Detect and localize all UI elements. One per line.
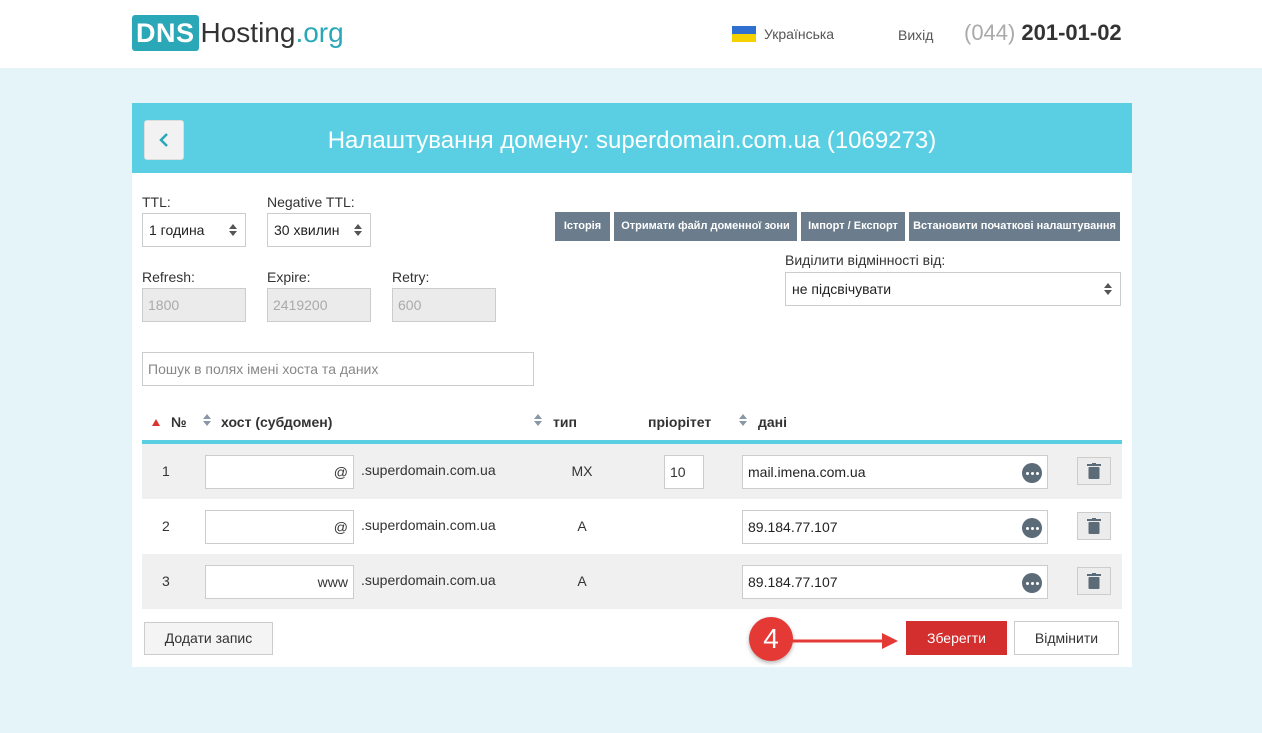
delete-record-button[interactable] <box>1077 512 1111 540</box>
cancel-button[interactable]: Відмінити <box>1014 621 1119 655</box>
column-header-priority: пріорітет <box>648 414 712 430</box>
domain-settings-panel: Налаштування домену: superdomain.com.ua … <box>132 103 1132 667</box>
phone-code: (044) <box>964 20 1016 45</box>
data-value: 89.184.77.107 <box>748 519 838 535</box>
refresh-label: Refresh: <box>142 269 195 285</box>
ttl-select[interactable]: 1 година <box>142 213 246 247</box>
trash-icon <box>1087 463 1101 479</box>
host-input[interactable]: @ <box>205 510 354 544</box>
table-row: 3 www .superdomain.com.ua A 89.184.77.10… <box>142 554 1122 609</box>
refresh-input: 1800 <box>142 288 246 322</box>
table-row: 1 @ .superdomain.com.ua MX 10 mail.imena… <box>142 444 1122 499</box>
phone-main: 201-01-02 <box>1021 20 1122 45</box>
data-value: 89.184.77.107 <box>748 574 838 590</box>
column-header-type[interactable]: тип <box>553 414 577 430</box>
sort-asc-icon[interactable] <box>152 419 160 426</box>
column-header-data[interactable]: дані <box>758 414 787 430</box>
logo[interactable]: DNS Hosting .org <box>132 15 344 51</box>
data-input[interactable]: 89.184.77.107 <box>742 510 1048 544</box>
delete-record-button[interactable] <box>1077 457 1111 485</box>
expire-input: 2419200 <box>267 288 371 322</box>
record-type: A <box>577 518 587 534</box>
host-input[interactable]: @ <box>205 455 354 489</box>
chevron-left-icon <box>159 133 168 147</box>
priority-input[interactable]: 10 <box>664 455 704 489</box>
language-label: Українська <box>764 26 835 42</box>
save-button[interactable]: Зберегти <box>906 621 1007 655</box>
logo-tld: .org <box>295 17 344 48</box>
delete-record-button[interactable] <box>1077 567 1111 595</box>
step-marker-badge: 4 <box>749 617 793 661</box>
sort-icon[interactable] <box>534 414 542 426</box>
column-header-host[interactable]: хост (субдомен) <box>221 414 332 430</box>
reset-defaults-button[interactable]: Встановити початкові налаштування <box>909 212 1120 241</box>
ttl-label: TTL: <box>142 194 171 210</box>
domain-suffix: .superdomain.com.ua <box>361 462 496 478</box>
panel-header: Налаштування домену: superdomain.com.ua … <box>132 103 1132 173</box>
history-button[interactable]: Історія <box>555 212 610 241</box>
trash-icon <box>1087 573 1101 589</box>
select-arrows-icon <box>1104 283 1112 295</box>
select-arrows-icon <box>229 224 237 236</box>
record-type: A <box>577 573 587 589</box>
ukraine-flag-icon <box>732 26 756 42</box>
trash-icon <box>1087 518 1101 534</box>
more-options-icon[interactable] <box>1022 463 1042 483</box>
negative-ttl-label: Negative TTL: <box>267 194 355 210</box>
more-options-icon[interactable] <box>1022 518 1042 538</box>
arrow-right-icon <box>790 633 898 649</box>
expire-label: Expire: <box>267 269 311 285</box>
get-zone-file-button[interactable]: Отримати файл доменної зони <box>614 212 797 241</box>
logo-box: DNS <box>132 15 199 51</box>
logo-main: Hosting <box>200 17 296 48</box>
column-header-num[interactable]: № <box>171 414 187 430</box>
import-export-button[interactable]: Імпорт / Експорт <box>801 212 905 241</box>
highlight-label: Виділити відмінності від: <box>785 252 946 268</box>
row-number: 1 <box>162 463 170 479</box>
retry-input: 600 <box>392 288 496 322</box>
retry-label: Retry: <box>392 269 430 285</box>
sort-icon[interactable] <box>203 414 211 426</box>
data-value: mail.imena.com.ua <box>748 464 866 480</box>
search-input[interactable]: Пошук в полях імені хоста та даних <box>142 352 534 386</box>
logout-link[interactable]: Вихід <box>898 27 933 43</box>
host-input[interactable]: www <box>205 565 354 599</box>
domain-suffix: .superdomain.com.ua <box>361 517 496 533</box>
add-record-button[interactable]: Додати запис <box>144 622 273 655</box>
record-type: MX <box>571 463 593 479</box>
language-switcher[interactable]: Українська <box>732 26 834 42</box>
top-bar: DNS Hosting .org Українська Вихід (044) 2… <box>0 0 1262 68</box>
ttl-value: 1 година <box>149 222 205 238</box>
domain-suffix: .superdomain.com.ua <box>361 572 496 588</box>
data-input[interactable]: mail.imena.com.ua <box>742 455 1048 489</box>
select-arrows-icon <box>354 224 362 236</box>
negative-ttl-value: 30 хвилин <box>274 222 340 238</box>
sort-icon[interactable] <box>739 414 747 426</box>
row-number: 3 <box>162 573 170 589</box>
table-row: 2 @ .superdomain.com.ua A 89.184.77.107 <box>142 499 1122 554</box>
back-button[interactable] <box>144 120 184 160</box>
negative-ttl-select[interactable]: 30 хвилин <box>267 213 371 247</box>
row-number: 2 <box>162 518 170 534</box>
more-options-icon[interactable] <box>1022 573 1042 593</box>
phone-number: (044) 201-01-02 <box>964 20 1122 46</box>
highlight-value: не підсвічувати <box>792 281 892 297</box>
page-title: Налаштування домену: superdomain.com.ua … <box>327 127 937 154</box>
highlight-select[interactable]: не підсвічувати <box>785 272 1121 306</box>
data-input[interactable]: 89.184.77.107 <box>742 565 1048 599</box>
